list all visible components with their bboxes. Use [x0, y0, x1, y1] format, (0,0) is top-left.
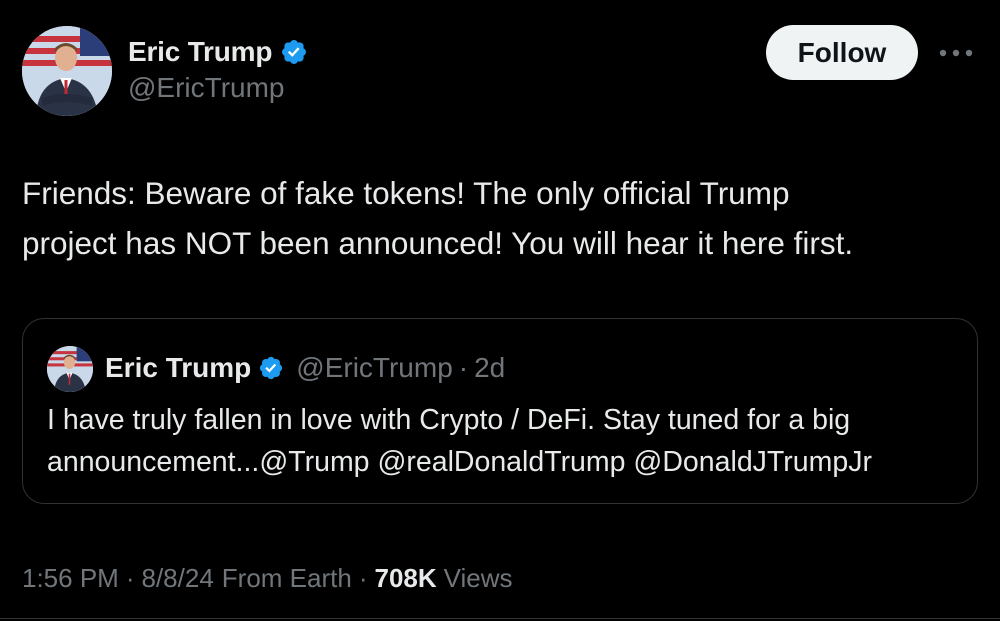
quoted-tweet-card[interactable]: Eric Trump @EricTrump · 2d I have truly …: [22, 318, 978, 504]
tweet: Eric Trump @EricTrump Follow Friends: Be…: [0, 0, 1000, 621]
tweet-text: Friends: Beware of fake tokens! The only…: [22, 175, 854, 261]
quoted-tweet-header: Eric Trump @EricTrump · 2d: [105, 350, 505, 386]
author-display-name[interactable]: Eric Trump: [128, 36, 272, 68]
tweet-date[interactable]: 8/8/24: [142, 563, 214, 594]
divider: [0, 618, 1000, 619]
meta-separator: ·: [125, 562, 135, 593]
quoted-tweet-time[interactable]: 2d: [474, 352, 505, 384]
quoted-author-handle[interactable]: @EricTrump: [296, 352, 453, 384]
tweet-time[interactable]: 1:56 PM: [22, 563, 119, 594]
views-label: Views: [443, 562, 513, 593]
tweet-source: From Earth: [221, 562, 352, 593]
verified-badge-icon: [282, 40, 307, 64]
author-name-row: Eric Trump: [128, 34, 308, 70]
more-options-button[interactable]: [936, 38, 976, 68]
follow-button[interactable]: Follow: [766, 25, 918, 80]
quoted-author-avatar[interactable]: [47, 346, 93, 392]
verified-badge-icon: [260, 356, 283, 380]
author-avatar[interactable]: [22, 26, 112, 116]
quoted-separator: ·: [458, 352, 469, 383]
quoted-author-display-name[interactable]: Eric Trump: [105, 352, 251, 384]
quoted-tweet-text: I have truly fallen in love with Crypto …: [47, 404, 872, 478]
views-count[interactable]: 708K: [375, 563, 437, 594]
meta-separator: ·: [358, 562, 368, 593]
author-handle[interactable]: @EricTrump: [128, 72, 285, 104]
tweet-meta: 1:56 PM · 8/8/24 From Earth · 708K Views: [22, 560, 513, 596]
more-horizontal-icon: [939, 49, 973, 57]
